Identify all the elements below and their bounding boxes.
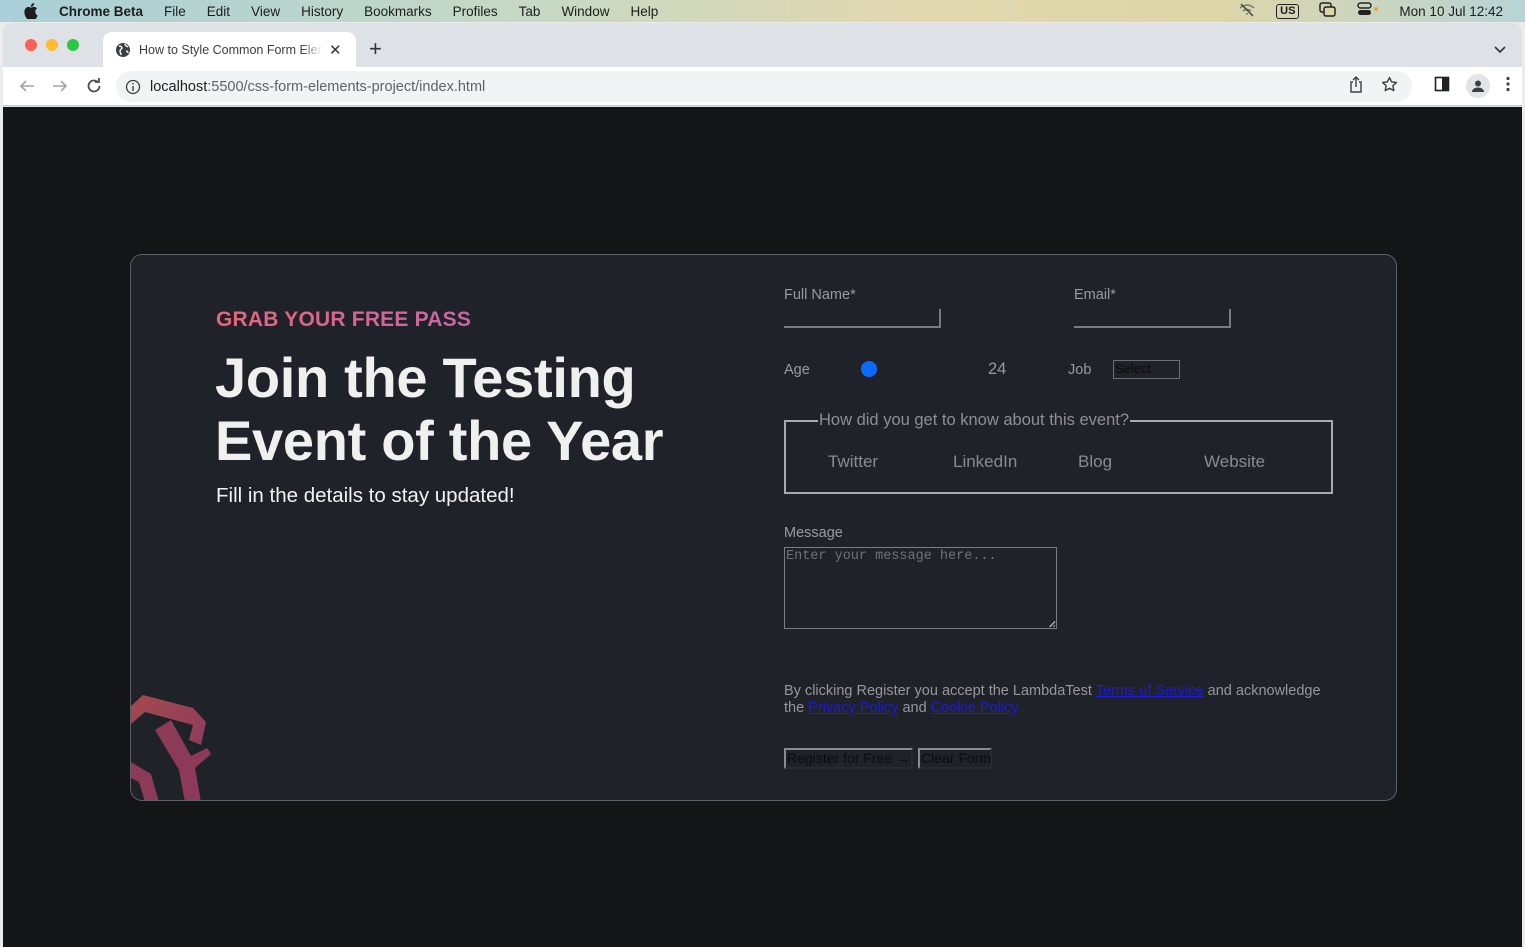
control-center-icon[interactable] <box>1357 2 1379 20</box>
clear-form-button[interactable]: Clear Form <box>918 748 992 769</box>
chevron-down-icon[interactable] <box>1494 41 1506 59</box>
email-label: Email* <box>1074 287 1116 303</box>
forward-icon[interactable] <box>51 77 69 100</box>
privacy-policy-link[interactable]: Privacy Policy <box>808 700 898 716</box>
menu-view[interactable]: View <box>251 4 280 19</box>
browser-toolbar: localhost :5500/css-form-elements-projec… <box>3 67 1522 106</box>
job-select[interactable]: Select <box>1113 360 1180 379</box>
source-fieldset: How did you get to know about this event… <box>784 411 1333 494</box>
age-slider[interactable] <box>861 361 991 377</box>
bookmark-star-icon[interactable] <box>1381 76 1398 97</box>
reload-icon[interactable] <box>85 77 103 100</box>
globe-icon <box>115 42 131 58</box>
menu-app-name[interactable]: Chrome Beta <box>59 4 143 19</box>
macos-menu-bar: Chrome Beta File Edit View History Bookm… <box>0 0 1525 22</box>
source-option-blog[interactable]: Blog <box>1078 452 1112 472</box>
menu-history[interactable]: History <box>301 4 343 19</box>
tab-strip: How to Style Common Form Elements ✕ + <box>3 23 1522 68</box>
minimize-window-button[interactable] <box>46 39 58 51</box>
browser-tab-active[interactable]: How to Style Common Form Elements ✕ <box>103 32 356 68</box>
registration-card: GRAB YOUR FREE PASS Join the Testing Eve… <box>130 254 1397 801</box>
close-tab-icon[interactable]: ✕ <box>329 41 342 59</box>
legal-text-and: and <box>898 700 931 716</box>
window-controls <box>25 39 79 51</box>
email-input[interactable] <box>1074 309 1231 328</box>
zoom-window-button[interactable] <box>67 39 79 51</box>
legal-text-prefix: By clicking Register you accept the Lamb… <box>784 683 1096 699</box>
message-textarea[interactable] <box>784 547 1057 629</box>
page-viewport: GRAB YOUR FREE PASS Join the Testing Eve… <box>3 107 1522 947</box>
new-tab-button[interactable]: + <box>369 36 382 62</box>
full-name-input[interactable] <box>784 309 941 328</box>
back-icon[interactable] <box>18 77 36 100</box>
cookie-policy-link[interactable]: Cookie Policy <box>931 700 1019 716</box>
site-info-icon[interactable] <box>125 79 141 95</box>
page-headline: Join the Testing Event of the Year <box>215 346 664 472</box>
job-label: Job <box>1068 362 1092 378</box>
age-value: 24 <box>988 360 1007 378</box>
registration-form: Full Name* Email* Age 24 Job Select How … <box>784 255 1384 800</box>
input-source-indicator[interactable]: US <box>1276 3 1300 19</box>
age-label: Age <box>784 362 810 378</box>
menu-bookmarks[interactable]: Bookmarks <box>364 4 432 19</box>
source-option-linkedin[interactable]: LinkedIn <box>953 452 1017 472</box>
eyebrow-text: GRAB YOUR FREE PASS <box>216 308 472 331</box>
address-bar[interactable]: localhost :5500/css-form-elements-projec… <box>116 71 1412 102</box>
browser-window: How to Style Common Form Elements ✕ + lo… <box>3 23 1522 947</box>
menubar-clock[interactable]: Mon 10 Jul 12:42 <box>1399 4 1503 19</box>
url-host: localhost <box>150 78 208 95</box>
menu-tab[interactable]: Tab <box>519 4 541 19</box>
age-slider-thumb[interactable] <box>861 361 877 377</box>
menu-profiles[interactable]: Profiles <box>453 4 498 19</box>
url-path: :5500/css-form-elements-project/index.ht… <box>207 78 486 95</box>
terms-of-service-link[interactable]: Terms of Service <box>1096 683 1204 699</box>
lambdatest-logo-icon <box>131 695 211 800</box>
legal-notice: By clicking Register you accept the Lamb… <box>784 683 1344 717</box>
menubar-status-area: US Mon 10 Jul 12:42 <box>1238 0 1503 22</box>
menu-help[interactable]: Help <box>630 4 658 19</box>
source-option-twitter[interactable]: Twitter <box>828 452 878 472</box>
side-panel-icon[interactable] <box>1434 76 1450 97</box>
menu-edit[interactable]: Edit <box>207 4 230 19</box>
menu-file[interactable]: File <box>164 4 186 19</box>
share-icon[interactable] <box>1349 76 1363 97</box>
resize-handle-icon[interactable] <box>1049 621 1056 628</box>
full-name-label: Full Name* <box>784 287 856 303</box>
tab-title: How to Style Common Form Elements <box>139 43 323 57</box>
profile-avatar[interactable] <box>1466 74 1490 98</box>
source-option-website[interactable]: Website <box>1204 452 1265 472</box>
wifi-off-icon[interactable] <box>1238 2 1256 20</box>
more-menu-icon[interactable] <box>1506 76 1510 97</box>
menu-window[interactable]: Window <box>561 4 609 19</box>
message-label: Message <box>784 525 843 541</box>
source-legend: How did you get to know about this event… <box>818 411 1131 430</box>
apple-menu-icon[interactable] <box>24 3 38 19</box>
register-button[interactable]: Register for Free → <box>784 748 913 769</box>
page-subhead: Fill in the details to stay updated! <box>216 484 515 507</box>
close-window-button[interactable] <box>25 39 37 51</box>
screen-mirroring-icon[interactable] <box>1319 2 1337 20</box>
